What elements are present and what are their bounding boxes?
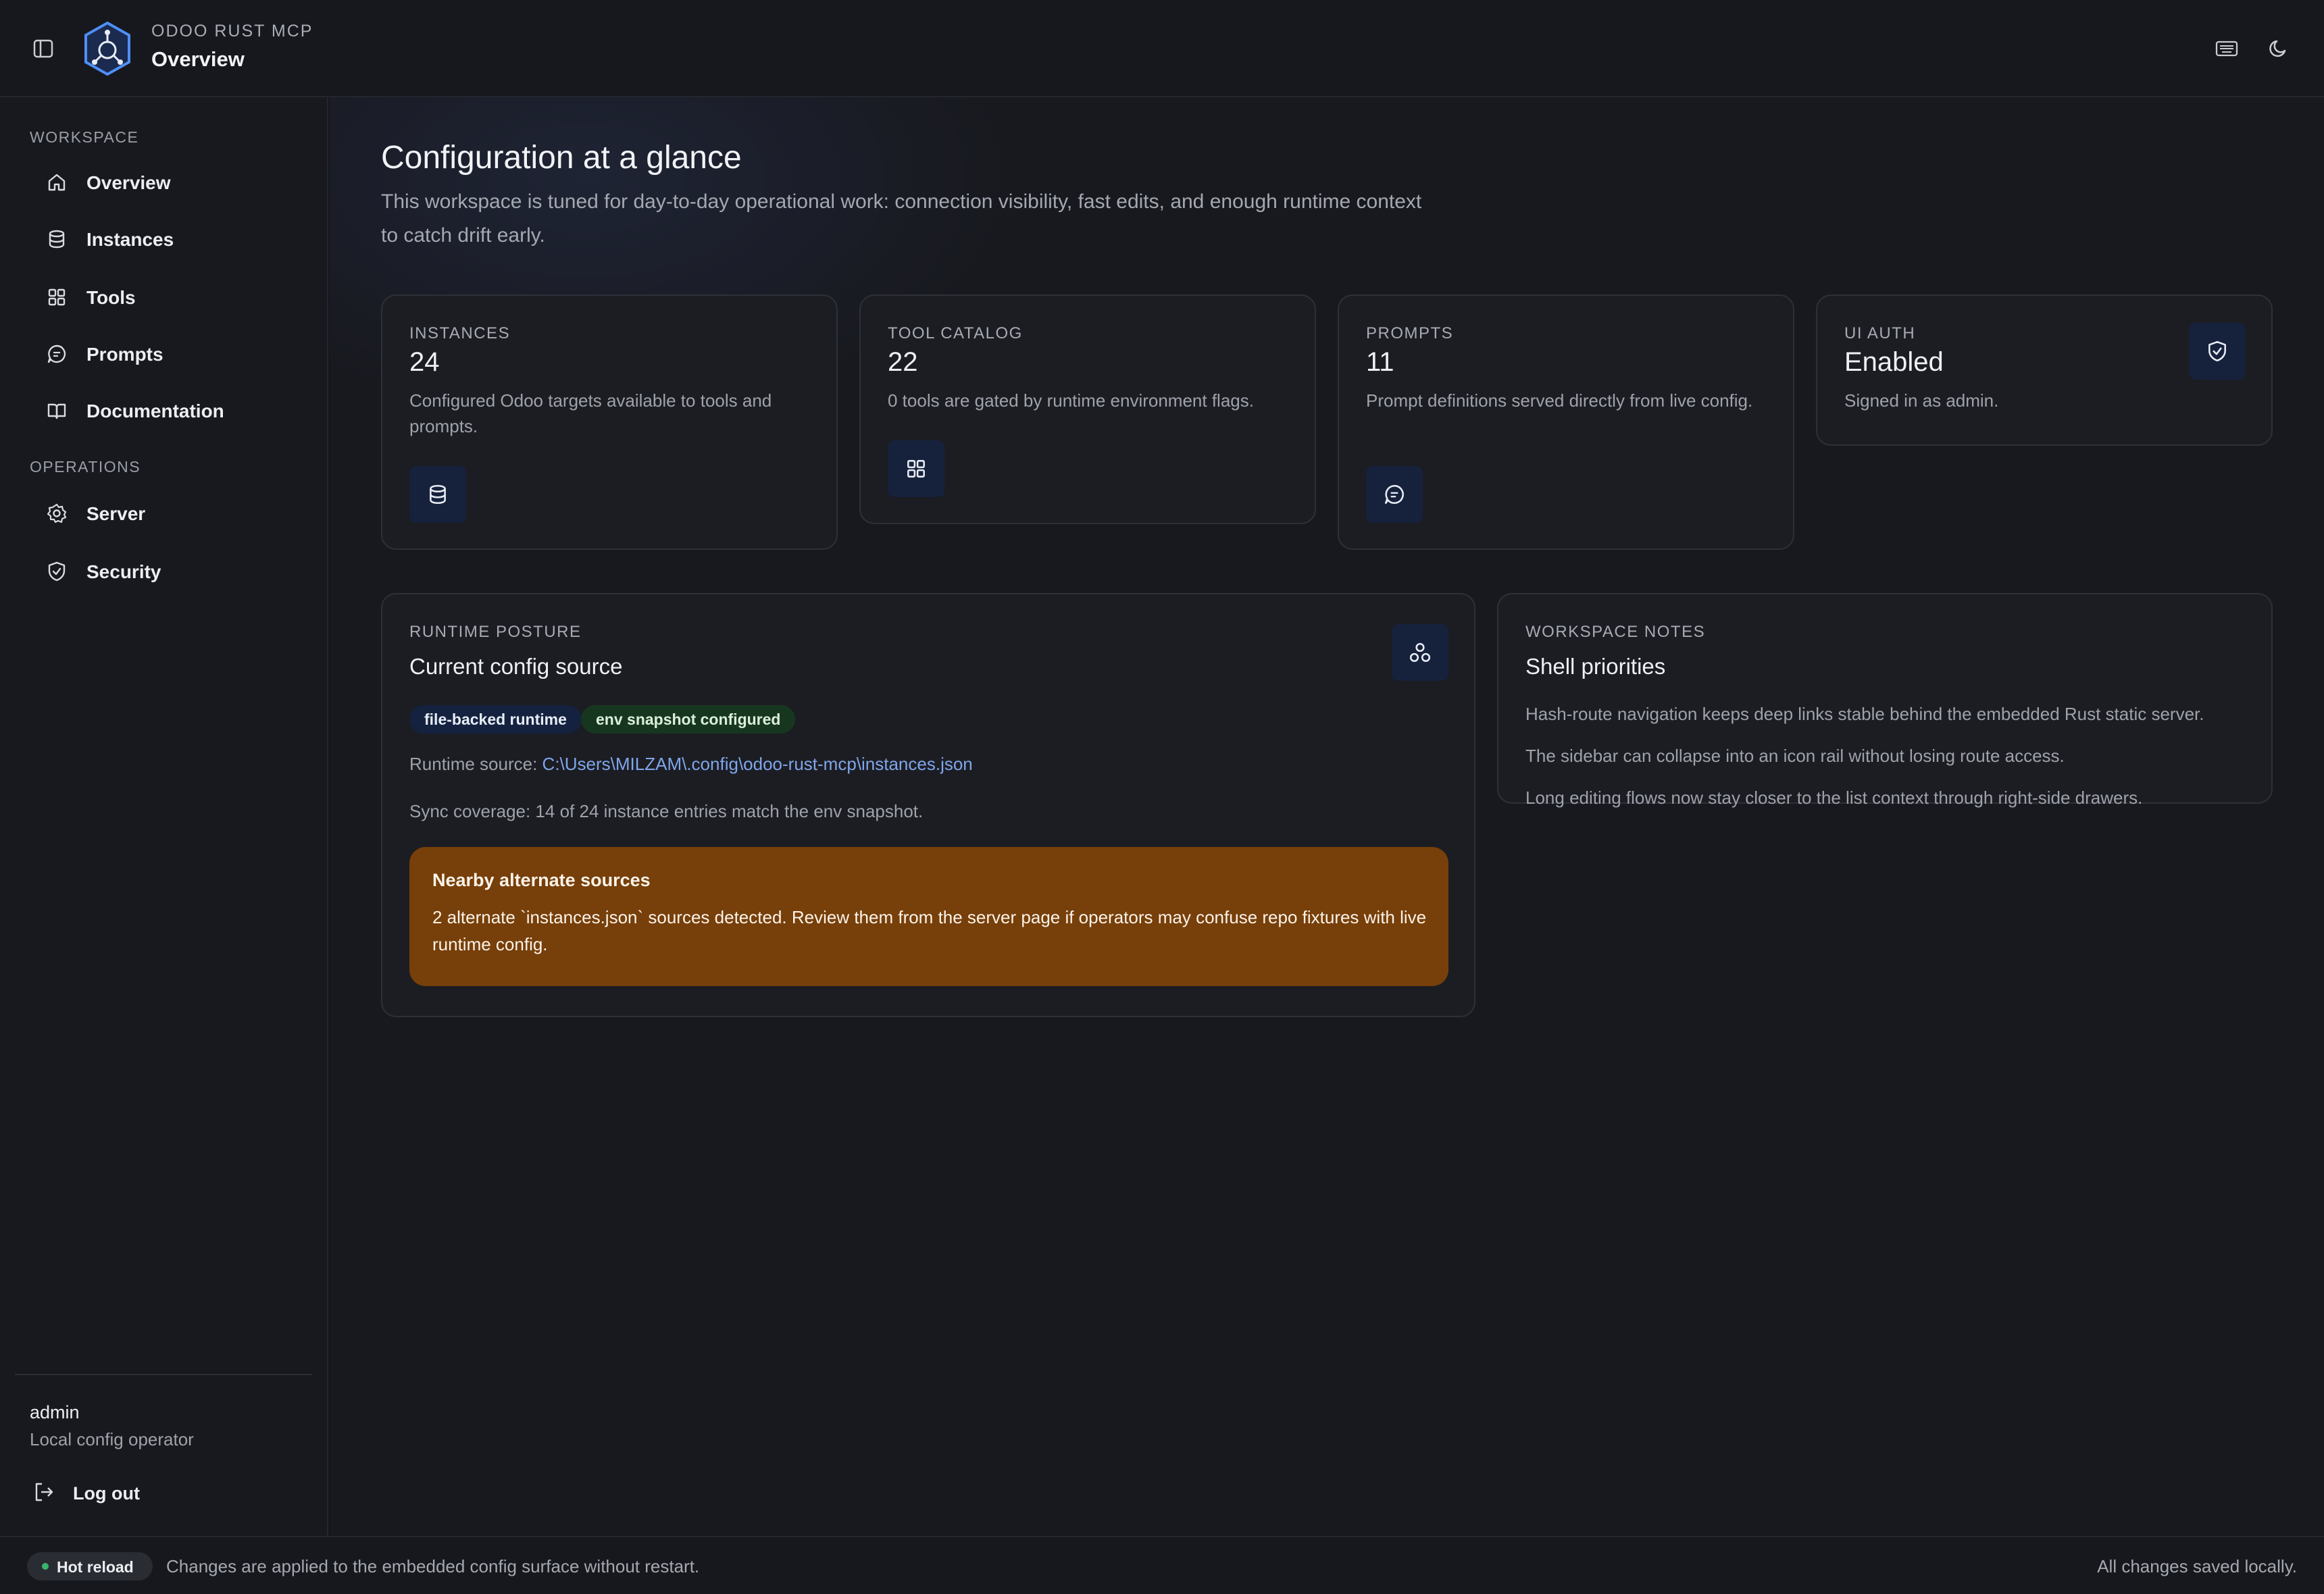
main-description: This workspace is tuned for day-to-day o… [381,190,1422,247]
sidebar-item-tools[interactable]: Tools [30,273,313,322]
database-icon [409,466,466,523]
stat-description: Signed in as admin. [1844,390,1999,411]
note-item: The sidebar can collapse into an icon ra… [1525,746,2065,766]
sidebar-toggle-icon[interactable] [30,35,57,62]
alert-title: Nearby alternate sources [432,870,651,890]
footer-message: Changes are applied to the embedded conf… [166,1556,700,1576]
home-icon [46,172,68,193]
note-item: Long editing flows now stay closer to th… [1525,788,2143,808]
stat-card-prompts: PROMPTS 11 Prompt definitions served dir… [1338,294,1794,550]
card-title: Current config source [409,654,623,679]
sidebar-item-overview[interactable]: Overview [30,158,313,207]
chat-icon [46,343,68,365]
sidebar: WORKSPACE Overview Instances Tools Promp… [0,97,328,1536]
alert-body: 2 alternate `instances.json` sources det… [432,907,1427,954]
alternate-sources-alert: Nearby alternate sources 2 alternate `in… [409,847,1448,986]
gear-icon [46,503,68,524]
stat-card-instances: INSTANCES 24 Configured Odoo targets ava… [381,294,838,550]
hexagon-logo-icon [82,20,132,77]
database-icon [46,228,68,250]
user-name: admin [30,1402,80,1422]
sidebar-item-label: Tools [86,287,136,308]
shield-check-icon [2189,323,2246,380]
stat-value: 11 [1366,347,1394,377]
nodes-icon [1392,624,1448,681]
chat-icon [1366,466,1423,523]
card-label: WORKSPACE NOTES [1525,623,1706,641]
runtime-source-link[interactable]: C:\Users\MILZAM\.config\odoo-rust-mcp\in… [542,754,973,774]
sidebar-item-label: Overview [86,172,171,193]
status-bar: Hot reload Changes are applied to the em… [0,1536,2324,1594]
hot-reload-badge: Hot reload [27,1552,153,1580]
logout-button[interactable]: Log out [30,1472,192,1513]
stat-label: PROMPTS [1366,324,1454,342]
stat-value: 24 [409,347,440,377]
workspace-notes-card: WORKSPACE NOTES Shell priorities Hash-ro… [1497,593,2273,808]
stat-description: Configured Odoo targets available to too… [409,390,772,436]
logout-label: Log out [73,1483,140,1503]
save-status: All changes saved locally. [2097,1556,2297,1576]
grid-icon [888,440,944,497]
stat-label: INSTANCES [409,324,511,342]
stat-description: Prompt definitions served directly from … [1366,390,1753,411]
sidebar-item-label: Server [86,503,146,524]
brand-name: ODOO RUST MCP [151,22,313,41]
stat-label: UI AUTH [1844,324,1916,342]
sidebar-item-documentation[interactable]: Documentation [30,386,313,435]
main-title: Configuration at a glance [381,140,742,176]
note-item: Hash-route navigation keeps deep links s… [1525,704,2204,724]
sidebar-item-label: Instances [86,229,174,250]
stat-value: Enabled [1844,347,1944,377]
status-badge: file-backed runtime [409,705,582,734]
stat-description: 0 tools are gated by runtime environment… [888,390,1254,411]
sidebar-item-server[interactable]: Server [30,489,313,538]
sidebar-item-label: Prompts [86,344,163,365]
status-dot-icon [42,1563,49,1570]
operations-section-label: OPERATIONS [30,458,141,475]
stat-card-tool-catalog: TOOL CATALOG 22 0 tools are gated by run… [859,294,1316,524]
workspace-section-label: WORKSPACE [30,128,139,146]
stat-label: TOOL CATALOG [888,324,1023,342]
sidebar-item-label: Documentation [86,401,224,421]
runtime-source: Runtime source: C:\Users\MILZAM\.config\… [409,754,973,775]
book-icon [46,400,68,421]
sidebar-item-label: Security [86,561,161,582]
grid-icon [46,286,68,308]
stat-card-ui-auth: UI AUTH Enabled Signed in as admin. [1816,294,2273,446]
user-role: Local config operator [30,1429,194,1449]
stat-value: 22 [888,347,918,377]
main-content: Configuration at a glance This workspace… [330,97,2324,1536]
status-badge: env snapshot configured [581,705,796,734]
moon-icon[interactable] [2263,34,2293,63]
shield-icon [46,561,68,582]
app-header: ODOO RUST MCP Overview [0,0,2324,97]
sidebar-divider [15,1374,312,1375]
logout-icon [32,1481,55,1503]
sidebar-item-security[interactable]: Security [30,547,313,596]
card-title: Shell priorities [1525,654,1666,679]
page-title: Overview [151,47,245,71]
runtime-posture-card: RUNTIME POSTURE Current config source fi… [381,593,1475,1017]
sidebar-item-instances[interactable]: Instances [30,215,313,263]
keyboard-icon[interactable] [2212,34,2242,63]
hot-reload-label: Hot reload [57,1558,134,1576]
card-label: RUNTIME POSTURE [409,623,582,641]
runtime-source-label: Runtime source: [409,754,538,774]
sync-coverage: Sync coverage: 14 of 24 instance entries… [409,801,924,821]
sidebar-item-prompts[interactable]: Prompts [30,330,313,378]
